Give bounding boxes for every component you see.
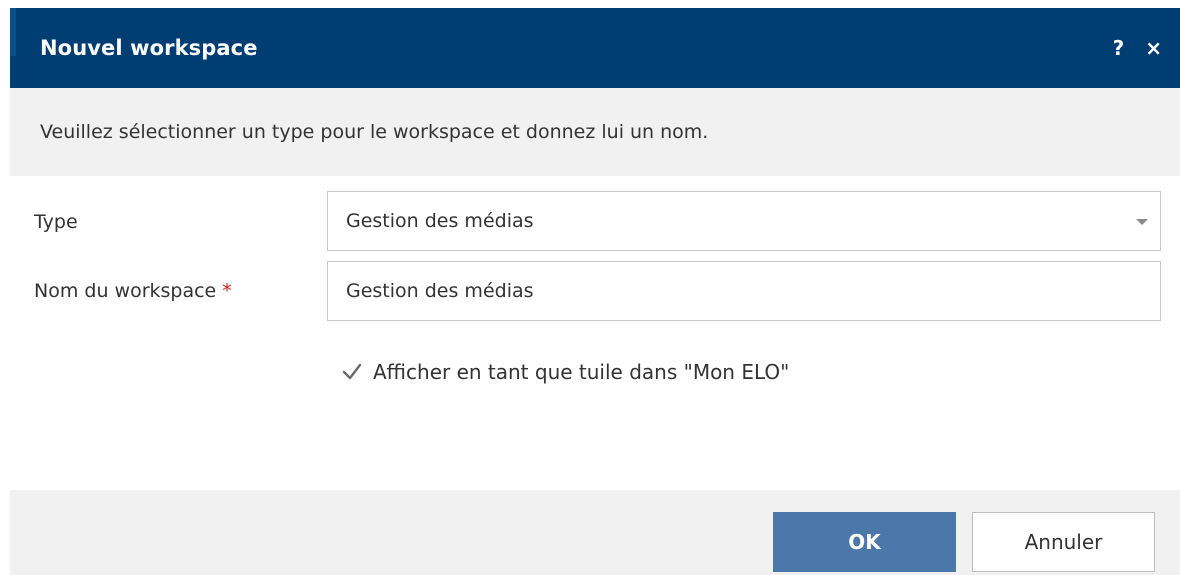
instruction-band: Veuillez sélectionner un type pour le wo… (10, 88, 1180, 176)
show-as-tile-label[interactable]: Afficher en tant que tuile dans "Mon ELO… (373, 360, 789, 384)
show-as-tile-checkbox-row[interactable]: Afficher en tant que tuile dans "Mon ELO… (341, 360, 789, 384)
dialog-titlebar: Nouvel workspace ? × (10, 8, 1180, 88)
close-icon[interactable]: × (1145, 38, 1162, 58)
type-label: Type (34, 211, 78, 233)
ok-button[interactable]: OK (773, 512, 956, 572)
required-marker: * (222, 280, 232, 302)
type-select[interactable]: Gestion des médias (327, 191, 1161, 251)
workspace-name-label: Nom du workspace * (34, 280, 232, 302)
form-area: Type Gestion des médias Nom du workspace… (10, 176, 1180, 490)
type-select-value: Gestion des médias (346, 210, 534, 232)
workspace-name-input[interactable]: Gestion des médias (327, 261, 1161, 321)
workspace-name-label-text: Nom du workspace (34, 280, 217, 302)
titlebar-accent (10, 8, 16, 56)
chevron-down-icon[interactable] (1136, 219, 1148, 225)
new-workspace-dialog: Nouvel workspace ? × Veuillez sélectionn… (10, 8, 1180, 575)
checkmark-icon[interactable] (341, 361, 363, 383)
workspace-name-value: Gestion des médias (346, 280, 534, 302)
cancel-button[interactable]: Annuler (972, 512, 1155, 572)
dialog-title: Nouvel workspace (40, 36, 258, 60)
instruction-text: Veuillez sélectionner un type pour le wo… (40, 121, 709, 143)
help-icon[interactable]: ? (1113, 38, 1125, 58)
dialog-footer: OK Annuler (10, 490, 1180, 575)
titlebar-actions: ? × (1113, 8, 1162, 88)
